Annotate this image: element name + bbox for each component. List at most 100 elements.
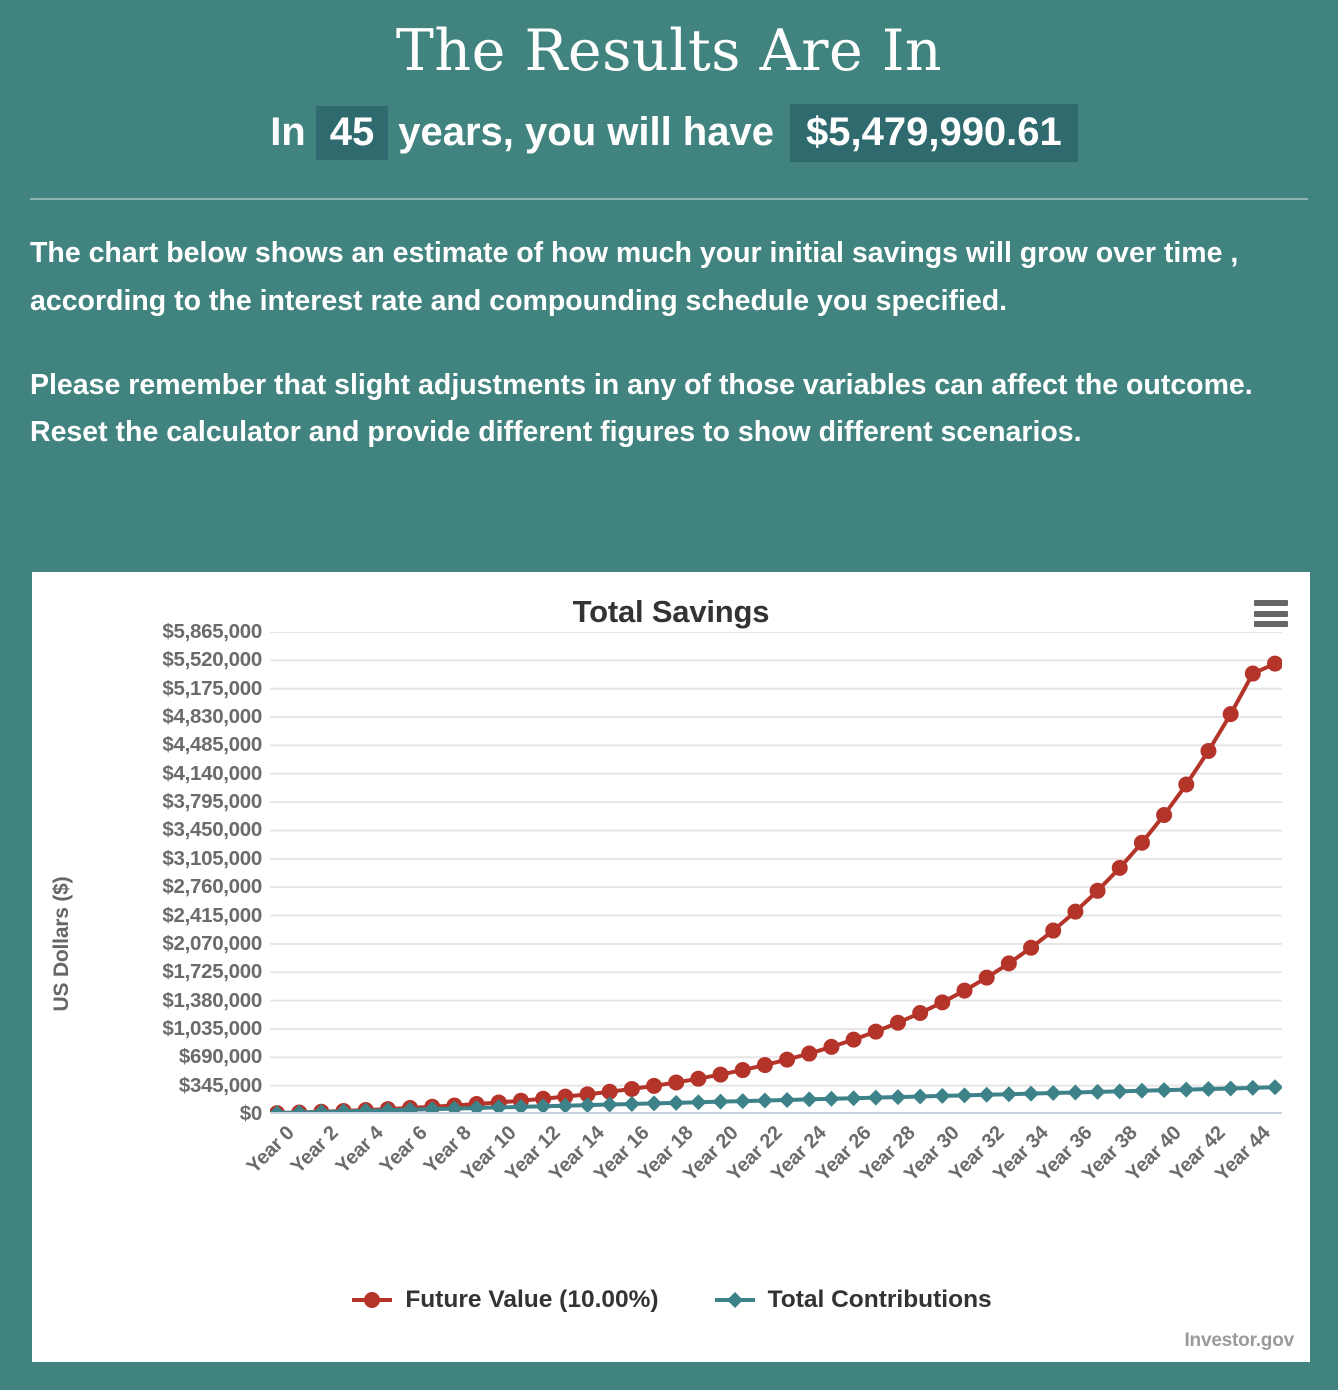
y-axis-tick: $1,725,000 — [162, 960, 262, 984]
data-point-marker — [712, 1093, 729, 1110]
data-point-marker — [867, 1023, 884, 1040]
data-point-marker — [1067, 1084, 1084, 1101]
data-point-marker — [756, 1057, 773, 1074]
data-point-marker — [889, 1089, 906, 1106]
data-point-marker — [1178, 1081, 1195, 1098]
data-point-marker — [1267, 655, 1282, 672]
data-point-marker — [823, 1038, 840, 1055]
y-axis-tick: $0 — [239, 1102, 263, 1125]
y-axis-tick: $5,175,000 — [162, 676, 262, 700]
menu-bar-3 — [1254, 621, 1288, 627]
y-axis-tick: $1,035,000 — [162, 1016, 262, 1040]
data-point-marker — [1222, 1080, 1239, 1097]
y-axis-tick: $3,795,000 — [162, 790, 262, 814]
y-axis-title: US Dollars ($) — [50, 876, 73, 1012]
chart-svg — [270, 632, 1282, 1114]
data-point-marker — [978, 969, 995, 986]
legend-item-total-contributions[interactable]: Total Contributions — [713, 1286, 992, 1314]
y-axis-tick: $4,485,000 — [162, 733, 262, 757]
plot-area — [270, 632, 1282, 1114]
x-axis-tick: Year 4 — [331, 1122, 388, 1178]
plot-wrapper: US Dollars ($) $0 $345,000 $690,000 $1,035,… — [32, 620, 1310, 1292]
y-axis-tick: $1,380,000 — [162, 988, 262, 1012]
data-point-marker — [690, 1094, 707, 1111]
data-point-marker — [1089, 882, 1106, 899]
data-point-marker — [1067, 903, 1084, 920]
x-axis-tick: Year 0 — [242, 1122, 299, 1178]
data-point-marker — [1023, 1085, 1040, 1102]
data-point-marker — [1200, 742, 1217, 759]
y-axis-tick: $3,105,000 — [162, 846, 262, 870]
data-point-marker — [934, 994, 951, 1011]
y-axis-tick: $2,070,000 — [162, 931, 262, 955]
chart-legend: Future Value (10.00%) Total Contribution… — [32, 1286, 1310, 1314]
data-point-marker — [1156, 806, 1173, 823]
data-point-marker — [845, 1031, 862, 1048]
data-point-marker — [978, 1086, 995, 1103]
total-amount-value: $5,479,990.61 — [789, 103, 1078, 162]
legend-item-future-value[interactable]: Future Value (10.00%) — [350, 1286, 659, 1314]
data-point-marker — [889, 1014, 906, 1031]
data-point-marker — [912, 1005, 929, 1022]
summary-prefix: In — [270, 110, 306, 155]
chart-card: Total Savings US Dollars ($) $0 $345,000 $… — [32, 572, 1310, 1362]
data-point-marker — [1111, 859, 1128, 876]
y-axis-tick: $2,415,000 — [162, 903, 262, 927]
description-text: The chart below shows an estimate of how… — [30, 230, 1308, 458]
future-value-marker-icon — [352, 1292, 393, 1308]
data-point-marker — [823, 1090, 840, 1107]
data-point-marker — [690, 1070, 707, 1087]
x-axis-tick-labels: Year 0 Year 2 Year 4 Year 6 Year 8 Year 10 Yea… — [243, 1122, 1282, 1232]
data-point-marker — [1244, 665, 1261, 682]
data-point-marker — [1023, 939, 1040, 956]
menu-bar-2 — [1254, 610, 1288, 617]
data-point-marker — [1200, 1081, 1217, 1098]
y-axis-tick: $2,760,000 — [162, 875, 262, 899]
data-point-marker — [756, 1092, 773, 1109]
data-point-marker — [712, 1066, 729, 1083]
y-axis-tick-labels: $0 $345,000 $690,000 $1,035,000 $1,380,000 $1… — [72, 620, 262, 1125]
y-axis-tick: $690,000 — [178, 1045, 262, 1069]
data-point-marker — [801, 1091, 818, 1108]
data-point-marker — [668, 1074, 685, 1091]
watermark: Investor.gov — [1184, 1330, 1294, 1351]
data-point-marker — [912, 1088, 929, 1105]
series-line-0 — [277, 664, 1275, 1114]
page-title: The Results Are In — [395, 18, 943, 84]
data-point-marker — [934, 1087, 951, 1104]
data-point-marker — [779, 1051, 796, 1068]
hamburger-menu-icon[interactable] — [1254, 600, 1288, 627]
data-point-marker — [956, 982, 973, 999]
data-point-marker — [867, 1089, 884, 1106]
legend-label-future-value: Future Value (10.00%) — [405, 1286, 659, 1313]
data-point-marker — [801, 1045, 818, 1062]
data-point-marker — [734, 1093, 751, 1110]
data-point-marker — [1267, 1079, 1282, 1096]
years-value: 45 — [315, 105, 389, 160]
data-point-marker — [623, 1095, 640, 1112]
y-axis-tick: $5,865,000 — [162, 620, 262, 643]
data-point-marker — [601, 1096, 618, 1113]
data-point-marker — [1045, 1085, 1062, 1102]
menu-bar-1 — [1254, 600, 1288, 606]
results-header: The Results Are In In 45 years, you will… — [0, 0, 1338, 200]
total-contributions-marker-icon — [714, 1292, 755, 1308]
data-point-marker — [1000, 955, 1017, 972]
data-point-marker — [668, 1094, 685, 1111]
y-axis-tick: $5,520,000 — [162, 648, 262, 672]
y-axis-tick: $3,450,000 — [162, 818, 262, 842]
y-axis-tick: $4,830,000 — [162, 705, 262, 729]
data-point-marker — [845, 1090, 862, 1107]
description-paragraph-2: Please remember that slight adjustments … — [30, 368, 1253, 449]
results-summary: In 45 years, you will have $5,479,990.61 — [0, 103, 1338, 162]
legend-label-total-contributions: Total Contributions — [767, 1286, 992, 1313]
data-point-marker — [734, 1062, 751, 1079]
header-divider — [30, 197, 1308, 200]
data-point-marker — [623, 1080, 640, 1097]
data-point-marker — [646, 1095, 663, 1112]
y-axis-tick: $345,000 — [178, 1073, 262, 1097]
data-point-marker — [779, 1091, 796, 1108]
data-point-marker — [1222, 706, 1239, 723]
data-point-marker — [646, 1077, 663, 1094]
data-point-marker — [1133, 834, 1150, 851]
